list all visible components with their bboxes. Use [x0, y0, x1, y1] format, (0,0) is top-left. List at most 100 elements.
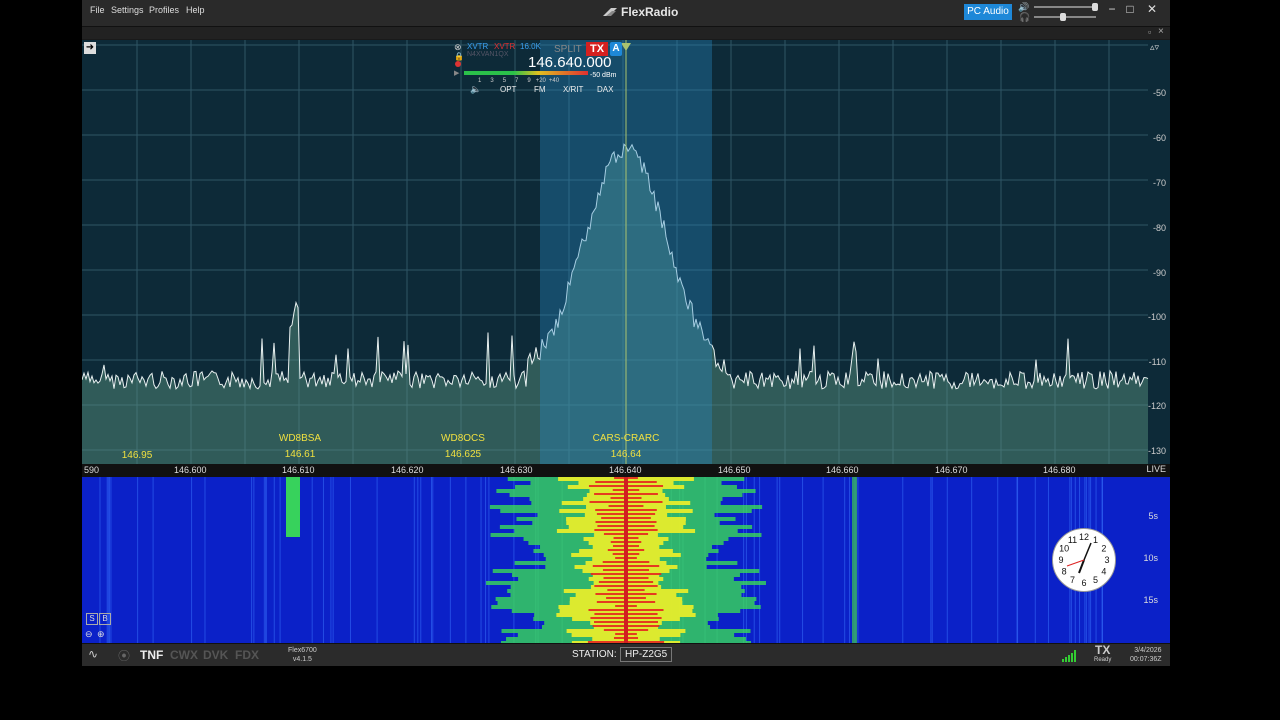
fdx-button[interactable]: FDX — [235, 648, 259, 662]
clock-number: 5 — [1093, 575, 1098, 585]
s-button[interactable]: S — [86, 613, 98, 625]
audio-mute-icon[interactable]: 🔈 — [470, 84, 481, 95]
slice-filter-band[interactable] — [540, 40, 712, 464]
spot-label[interactable]: CARS-CRARC 146.64 — [586, 433, 666, 460]
close-button[interactable]: ✕ — [1144, 2, 1160, 16]
spot-callsign: WD8OCS — [441, 433, 485, 444]
dbm-tick: -110 — [1148, 357, 1166, 367]
spot-frequency: 146.95 — [121, 450, 153, 461]
mode-button[interactable]: FM — [534, 85, 546, 94]
headphone-icon[interactable]: 🎧 — [1019, 12, 1030, 23]
radio-model: Flex6700 — [288, 647, 317, 654]
radio-info: Flex6700 v4.1.5 — [288, 646, 317, 664]
waterfall-time-tick: 10s — [1143, 553, 1158, 563]
station-name[interactable]: HP-Z2G5 — [620, 647, 673, 662]
dbm-tick: -130 — [1147, 446, 1166, 456]
tnf-button[interactable]: TNF — [140, 648, 163, 662]
dbm-tick: -90 — [1152, 268, 1166, 278]
clock-number: 11 — [1068, 535, 1077, 545]
meter-tick: +20 — [535, 78, 546, 84]
waterfall-time-tick: 15s — [1143, 595, 1158, 605]
line-out-volume-slider[interactable] — [1034, 3, 1098, 11]
panadapter[interactable]: ➜ ▵▿ -50 -60 -70 -80 -90 -100 -110 -120 … — [82, 40, 1170, 464]
panadapter-header: ▫ × — [82, 26, 1170, 39]
panadapter-add-icon[interactable]: ∿ — [88, 647, 98, 661]
slice-letter[interactable]: A — [610, 42, 622, 56]
app-title: FlexRadio — [602, 5, 678, 19]
waterfall-time-tick: 5s — [1148, 511, 1158, 521]
spot-callsign: WD8BSA — [278, 433, 322, 444]
waterfall-signal — [852, 477, 857, 643]
waterfall-signal — [286, 477, 300, 537]
menu-settings[interactable]: Settings — [111, 5, 144, 15]
station-label: STATION: — [572, 649, 617, 660]
s-meter — [464, 71, 588, 75]
menu-profiles[interactable]: Profiles — [149, 5, 179, 15]
dbm-tick: -50 — [1152, 88, 1166, 98]
clock-number: 2 — [1101, 544, 1106, 554]
clock-number: 9 — [1058, 555, 1063, 565]
clock-number: 4 — [1101, 567, 1106, 577]
clock-number: 7 — [1070, 575, 1075, 585]
dbm-tick: -60 — [1152, 133, 1166, 143]
tx-status: TX Ready — [1094, 644, 1111, 665]
maximize-button[interactable]: □ — [1122, 2, 1138, 16]
meter-tick: 3 — [490, 78, 494, 84]
clock-number: 12 — [1079, 532, 1089, 542]
clock-widget: 12 1 2 3 4 5 6 7 8 9 10 11 — [1052, 528, 1116, 592]
xvtr-tx-label[interactable]: XVTR — [494, 42, 515, 51]
slice-lock-icon[interactable]: 🔒 — [454, 52, 464, 61]
xrit-button[interactable]: X/RIT — [563, 85, 583, 94]
dbm-tick: -100 — [1147, 312, 1166, 322]
slice-frequency[interactable]: 146.640.000 — [528, 54, 611, 71]
dvk-button[interactable]: DVK — [203, 648, 228, 662]
radio-version: v4.1.5 — [292, 656, 312, 663]
clock-number: 6 — [1081, 578, 1086, 588]
clock-minute-hand — [1083, 542, 1092, 561]
antenna-icon[interactable]: ⦿ — [118, 647, 130, 664]
freq-tick: 590 — [84, 465, 100, 475]
dbm-scale[interactable]: -50 -60 -70 -80 -90 -100 -110 -120 -130 — [1148, 40, 1170, 464]
xvtr-rx-label[interactable]: XVTR — [467, 42, 488, 51]
meter-tick: 7 — [515, 78, 519, 84]
clock-number: 8 — [1062, 567, 1067, 577]
minimize-button[interactable]: − — [1104, 2, 1120, 16]
freq-tick: 146.670 — [935, 465, 968, 475]
expand-arrow-icon[interactable]: ➜ — [84, 42, 96, 54]
freq-tick: 146.680 — [1043, 465, 1076, 475]
restore-icon[interactable]: ▫ — [1148, 27, 1151, 37]
freq-tick: 146.600 — [174, 465, 207, 475]
menu-file[interactable]: File — [90, 5, 105, 15]
clock-number: 1 — [1093, 535, 1098, 545]
cwx-button[interactable]: CWX — [170, 648, 198, 662]
dax-button[interactable]: DAX — [597, 85, 613, 94]
close-pan-icon[interactable]: × — [1158, 26, 1164, 37]
zoom-out-icon[interactable]: ⊖ — [85, 629, 93, 640]
spot-label[interactable]: WD8BSA 146.61 — [270, 433, 330, 460]
headphone-volume-slider[interactable] — [1034, 13, 1096, 21]
status-bar: ∿ ⦿ TNF CWX DVK FDX Flex6700 v4.1.5 STAT… — [82, 643, 1170, 666]
signal-bars-icon — [1062, 649, 1078, 662]
flexradio-logo-icon — [603, 8, 617, 16]
waterfall[interactable]: 5s 10s 15s S B ⊖ ⊕ — [82, 477, 1170, 643]
freq-tick: 146.630 — [500, 465, 533, 475]
slice-flag[interactable]: ⊗ 🔒 ▶ XVTR XVTR 16.0K N4XVAN1QX SPLIT TX… — [454, 42, 622, 100]
freq-tick: 146.610 — [282, 465, 315, 475]
frequency-scale[interactable]: 590 146.600 146.610 146.620 146.630 146.… — [82, 464, 1170, 477]
spot-frequency: 146.61 — [284, 449, 316, 460]
dbm-tick: -120 — [1147, 401, 1166, 411]
menu-help[interactable]: Help — [186, 5, 205, 15]
pc-audio-button[interactable]: PC Audio — [964, 4, 1012, 20]
zoom-in-icon[interactable]: ⊕ — [97, 629, 105, 640]
opt-button[interactable]: OPT — [500, 85, 516, 94]
waterfall-center-carrier — [624, 477, 628, 643]
filter-width-label[interactable]: 16.0K — [520, 42, 541, 51]
clock-face: 12 1234567891011 — [1058, 532, 1109, 588]
freq-tick: 146.660 — [826, 465, 859, 475]
waterfall-live-label[interactable]: LIVE — [1146, 464, 1166, 474]
slice-record-icon[interactable] — [455, 61, 461, 67]
slice-play-icon[interactable]: ▶ — [454, 69, 459, 77]
spot-label[interactable]: 146.95 — [112, 450, 162, 461]
b-button[interactable]: B — [99, 613, 111, 625]
spot-label[interactable]: WD8OCS 146.625 — [432, 433, 494, 460]
